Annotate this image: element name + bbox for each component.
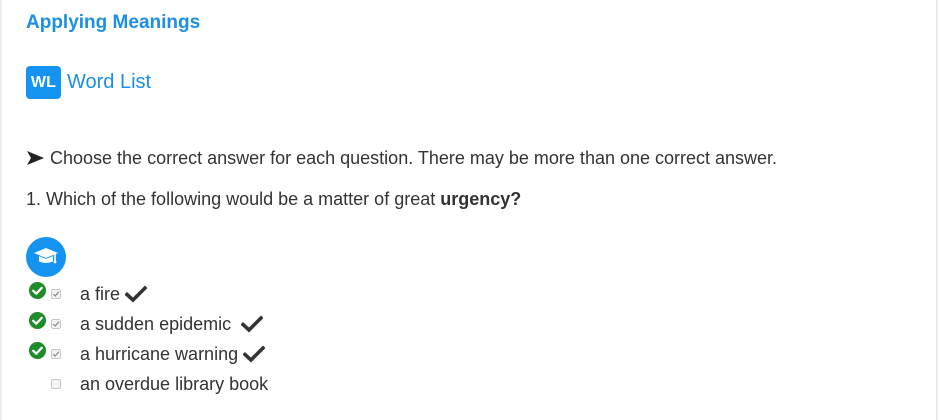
green-check-circle-icon <box>28 311 47 330</box>
answer-choice-text: a hurricane warning <box>80 343 266 365</box>
learn-button[interactable] <box>26 237 66 277</box>
answer-label: an overdue library book <box>80 373 269 394</box>
word-list-link[interactable]: WL Word List <box>26 66 151 99</box>
answer-choice: a hurricane warning <box>28 339 268 369</box>
answer-choice: a fire <box>28 279 268 309</box>
answer-choice: a sudden epidemic <box>28 309 268 339</box>
green-check-circle-icon <box>28 281 47 300</box>
checkmark-icon <box>125 285 148 303</box>
answer-checkbox[interactable] <box>51 349 61 359</box>
graduation-cap-icon <box>34 248 58 264</box>
green-check-circle-icon <box>28 341 47 360</box>
checkbox-check-icon <box>52 351 60 357</box>
answer-choices: a fire a sudden epidemic a hurricane war… <box>28 279 268 399</box>
answer-label: a sudden epidemic <box>80 313 232 334</box>
checkbox-check-icon <box>52 321 60 327</box>
question-text: 1. Which of the following would be a mat… <box>26 187 521 211</box>
answer-checkbox[interactable] <box>51 319 61 329</box>
answer-choice-text: a fire <box>80 283 148 305</box>
arrowhead-icon <box>27 151 44 165</box>
word-list-label: Word List <box>67 71 152 93</box>
question-keyword: urgency? <box>440 189 522 209</box>
answer-label: a hurricane warning <box>80 343 239 364</box>
checkbox-check-icon <box>52 291 60 297</box>
instruction-text: Choose the correct answer for each quest… <box>50 148 778 168</box>
section-title: Applying Meanings <box>26 12 201 33</box>
answer-label: a fire <box>80 283 121 304</box>
word-list-badge-icon: WL <box>26 66 61 99</box>
checkmark-icon <box>241 315 264 333</box>
answer-checkbox[interactable] <box>51 289 61 299</box>
answer-choice-text: an overdue library book <box>80 374 268 395</box>
answer-choice: an overdue library book <box>28 369 268 399</box>
question-prefix: 1. Which of the following would be a mat… <box>26 189 441 209</box>
instruction-text-row: Choose the correct answer for each quest… <box>26 146 777 170</box>
answer-checkbox[interactable] <box>51 379 61 389</box>
checkmark-icon <box>243 345 266 363</box>
answer-choice-text: a sudden epidemic <box>80 313 264 335</box>
